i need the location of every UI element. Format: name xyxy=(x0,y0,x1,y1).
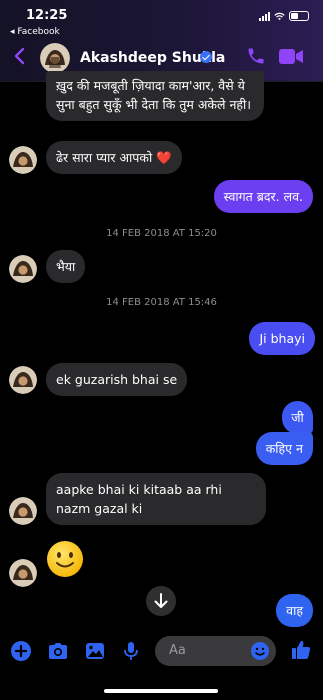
sender-avatar[interactable] xyxy=(9,255,37,283)
sender-avatar-image xyxy=(9,497,37,525)
sender-avatar[interactable] xyxy=(9,559,37,587)
message-outgoing[interactable]: Ji bhayi xyxy=(249,322,315,355)
back-arrow-icon[interactable] xyxy=(12,46,28,66)
wifi-icon xyxy=(274,12,285,21)
back-to-app-link[interactable]: ◂ Facebook xyxy=(10,27,60,37)
message-input[interactable]: Aa xyxy=(155,636,276,666)
like-icon[interactable] xyxy=(290,639,312,661)
camera-icon[interactable] xyxy=(47,640,69,662)
contact-avatar[interactable] xyxy=(40,43,70,73)
battery-icon xyxy=(289,11,309,21)
timestamp-divider: 14 FEB 2018 AT 15:20 xyxy=(106,228,217,239)
status-time: 12:25 xyxy=(26,8,68,23)
signal-icon xyxy=(259,12,270,21)
conversation-header: 12:25 ◂ Facebook Akashdeep Shukla xyxy=(0,0,323,82)
message-outgoing[interactable]: वाह xyxy=(276,594,313,627)
sender-avatar-image xyxy=(9,255,37,283)
message-outgoing[interactable]: स्वागत ब्रदर. लव. xyxy=(213,180,313,213)
message-incoming[interactable]: ढेर सारा प्यार आपको ❤️ xyxy=(46,141,182,174)
message-incoming[interactable]: भैया xyxy=(46,250,86,283)
home-indicator xyxy=(104,689,218,693)
phone-icon[interactable] xyxy=(246,46,266,66)
sender-avatar-image xyxy=(9,559,37,587)
microphone-icon[interactable] xyxy=(120,640,142,662)
sender-avatar-image xyxy=(9,366,37,394)
scroll-to-bottom-button[interactable] xyxy=(146,586,176,616)
emoji-icon[interactable] xyxy=(250,641,270,661)
message-outgoing[interactable]: जी xyxy=(282,401,313,434)
sender-avatar[interactable] xyxy=(9,366,37,394)
message-outgoing[interactable]: कहिए न xyxy=(255,432,313,465)
video-icon[interactable] xyxy=(279,48,303,65)
verified-icon xyxy=(200,51,212,63)
plus-icon[interactable] xyxy=(10,640,32,662)
status-icons xyxy=(259,11,309,21)
message-input-placeholder: Aa xyxy=(169,643,186,658)
message-incoming[interactable]: aapke bhai ki kitaab aa rhi nazm gazal k… xyxy=(46,473,266,525)
message-incoming[interactable]: ख़ुद की मजबूती ज़ियादा काम'आर, वैसे ये स… xyxy=(46,71,264,121)
sender-avatar[interactable] xyxy=(9,497,37,525)
timestamp-divider: 14 FEB 2018 AT 15:46 xyxy=(106,297,217,308)
message-incoming[interactable]: ek guzarish bhai se xyxy=(46,363,188,396)
sender-avatar-image xyxy=(9,146,37,174)
sender-avatar[interactable] xyxy=(9,146,37,174)
smile-emoji-icon[interactable] xyxy=(46,540,84,578)
scroll-down-icon xyxy=(154,593,168,608)
gallery-icon[interactable] xyxy=(84,640,106,662)
